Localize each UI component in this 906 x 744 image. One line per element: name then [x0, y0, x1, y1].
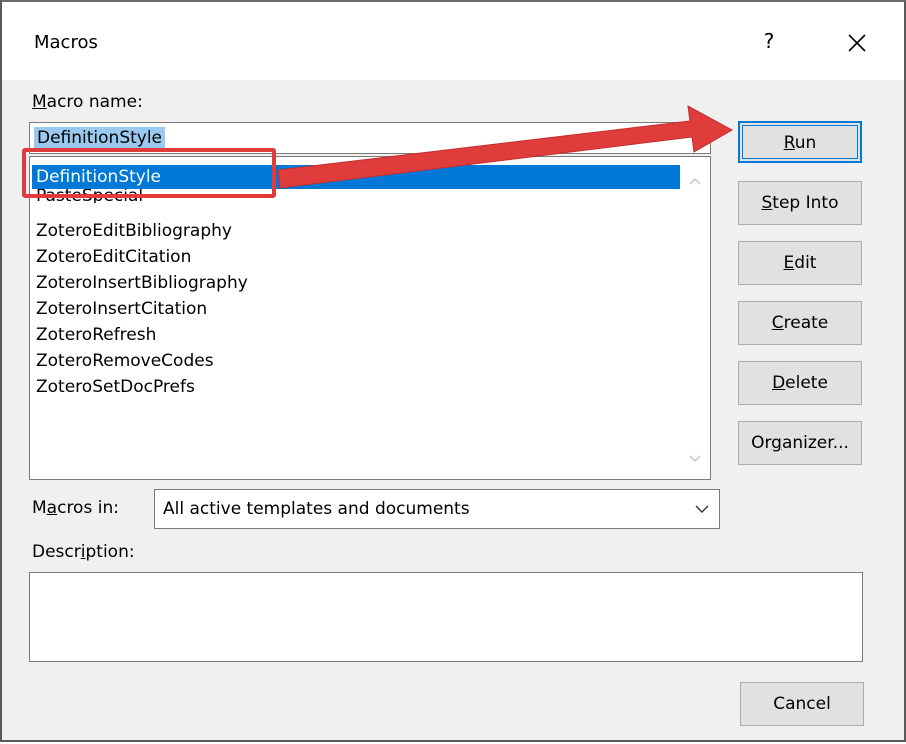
macros-dialog: Macros ? Macro name: DefinitionStyle Def… [0, 0, 906, 742]
arrow-annotation [277, 105, 734, 189]
